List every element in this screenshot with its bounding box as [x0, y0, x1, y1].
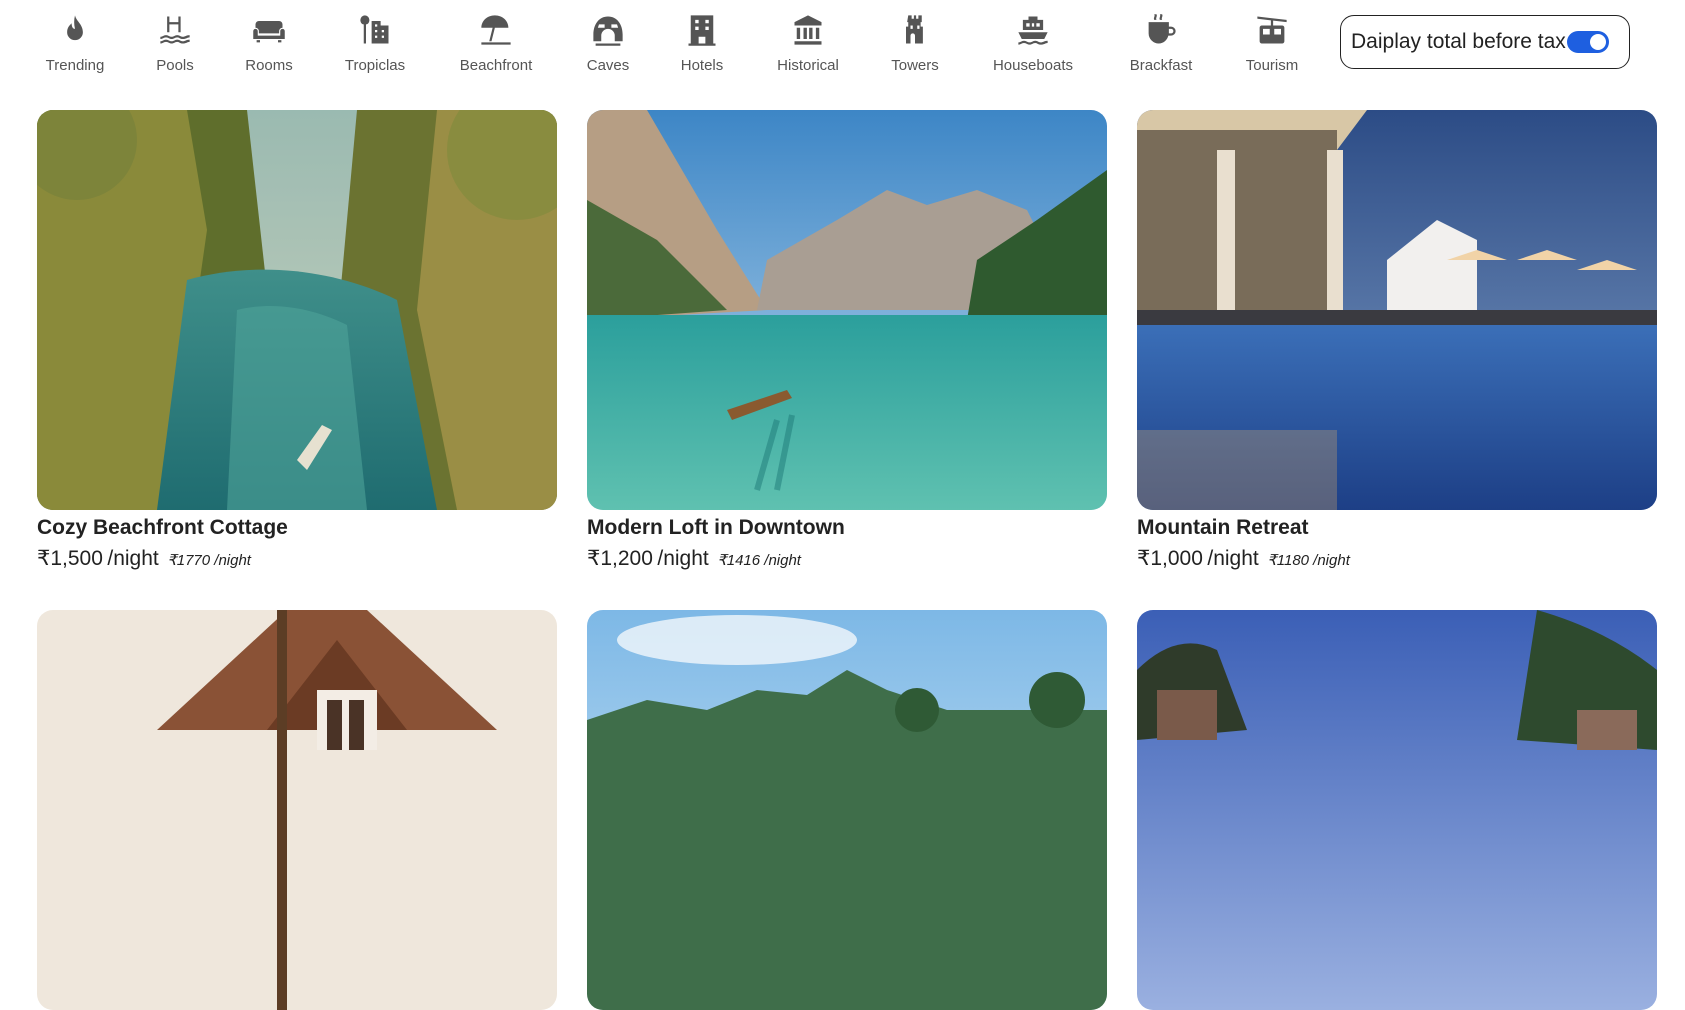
listing-price-row: ₹1,000 /night ₹1180 /night [1137, 546, 1657, 571]
category-label: Towers [891, 57, 939, 74]
listing-price: ₹1,000 [1137, 547, 1203, 570]
category-tropiclas[interactable]: Tropiclas [340, 10, 410, 82]
sunset-resort-photo[interactable] [1137, 610, 1657, 1010]
category-label: Trending [45, 57, 105, 74]
listing-price-unit: /night [657, 547, 709, 570]
listing-card[interactable]: Cozy Beachfront Cottage ₹1,500 /night ₹1… [37, 110, 557, 571]
listing-card[interactable] [1137, 610, 1657, 1010]
houseboat-icon [1013, 10, 1053, 50]
category-label: Beachfront [459, 57, 533, 74]
category-rooms[interactable]: Rooms [244, 10, 294, 82]
category-trending[interactable]: Trending [43, 10, 107, 82]
category-label: Hotels [680, 57, 724, 74]
category-hotels[interactable]: Hotels [678, 10, 726, 82]
category-label: Tourism [1245, 57, 1299, 74]
category-label: Pools [156, 57, 194, 74]
coffee-cup-icon [1141, 10, 1181, 50]
category-label: Brackfast [1129, 57, 1193, 74]
listing-pretax-price: ₹1180 /night [1267, 552, 1350, 569]
category-beachfront[interactable]: Beachfront [454, 10, 538, 82]
tax-toggle[interactable]: Daiplay total before tax [1340, 15, 1630, 69]
cave-icon [588, 10, 628, 50]
listing-title[interactable]: Cozy Beachfront Cottage [37, 516, 557, 540]
category-caves[interactable]: Caves [585, 10, 631, 82]
tropical-lagoon-photo[interactable] [37, 110, 557, 510]
pool-icon [155, 10, 195, 50]
tax-toggle-label: Daiplay total before tax [1351, 30, 1566, 53]
listing-price-unit: /night [1207, 547, 1259, 570]
category-label: Rooms [245, 57, 293, 74]
palm-building-icon [355, 10, 395, 50]
mountain-lake-photo[interactable] [587, 110, 1107, 510]
sofa-icon [249, 10, 289, 50]
listing-pretax-price: ₹1770 /night [167, 552, 251, 569]
category-label: Historical [777, 57, 839, 74]
resort-pool-photo[interactable] [1137, 110, 1657, 510]
category-label: Tropiclas [344, 57, 406, 74]
listing-price-row: ₹1,200 /night ₹1416 /night [587, 546, 1107, 571]
listing-price-row: ₹1,500 /night ₹1770 /night [37, 546, 557, 571]
category-brackfast[interactable]: Brackfast [1126, 10, 1196, 82]
category-label: Caves [586, 57, 630, 74]
listing-card[interactable]: Mountain Retreat ₹1,000 /night ₹1180 /ni… [1137, 110, 1657, 571]
category-bar: Trending Pools Rooms Tropiclas Beachfron… [0, 0, 1685, 90]
museum-icon [788, 10, 828, 50]
switch-knob [1590, 34, 1606, 50]
category-pools[interactable]: Pools [150, 10, 200, 82]
category-label: Houseboats [992, 57, 1074, 74]
cable-car-icon [1252, 10, 1292, 50]
listing-price: ₹1,500 [37, 547, 103, 570]
tax-toggle-switch[interactable] [1567, 31, 1609, 53]
flame-icon [55, 10, 95, 50]
listing-title[interactable]: Mountain Retreat [1137, 516, 1657, 540]
category-houseboats[interactable]: Houseboats [989, 10, 1077, 82]
listing-title[interactable]: Modern Loft in Downtown [587, 516, 1107, 540]
tower-icon [895, 10, 935, 50]
listing-price-unit: /night [107, 547, 159, 570]
category-historical[interactable]: Historical [774, 10, 842, 82]
listing-price: ₹1,200 [587, 547, 653, 570]
category-tourism[interactable]: Tourism [1243, 10, 1301, 82]
wooden-cabin-photo[interactable] [37, 610, 557, 1010]
beach-umbrella-icon [476, 10, 516, 50]
listing-card[interactable] [37, 610, 557, 1010]
tropical-island-photo[interactable] [587, 610, 1107, 1010]
listing-pretax-price: ₹1416 /night [717, 552, 801, 569]
category-towers[interactable]: Towers [889, 10, 941, 82]
listing-card[interactable]: Modern Loft in Downtown ₹1,200 /night ₹1… [587, 110, 1107, 571]
hotel-icon [682, 10, 722, 50]
listing-card[interactable] [587, 610, 1107, 1010]
